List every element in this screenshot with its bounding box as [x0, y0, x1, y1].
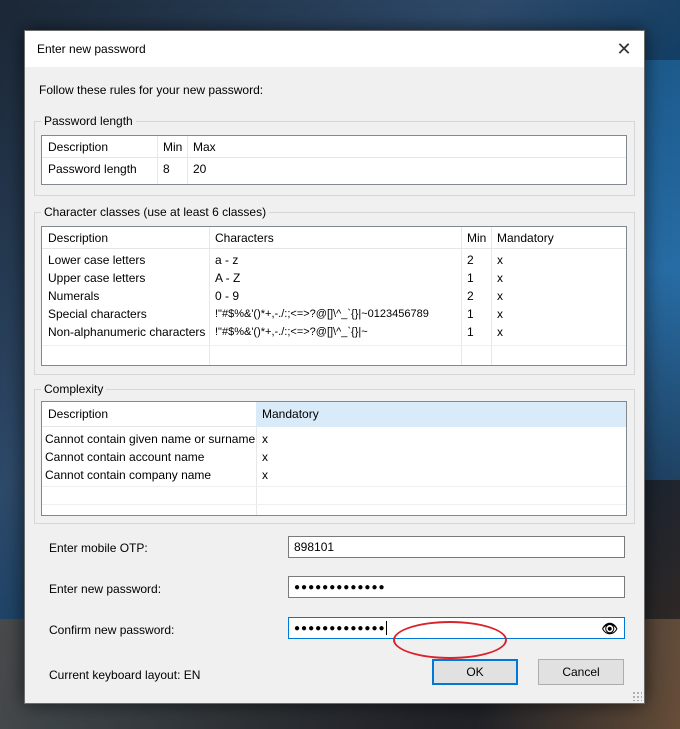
column-header-min[interactable]: Min	[157, 136, 187, 158]
cell-min: 1	[467, 271, 474, 285]
password-length-legend: Password length	[41, 114, 136, 128]
list-header: Description Characters Min Mandatory	[42, 227, 626, 249]
cell-description: Special characters	[48, 307, 147, 321]
table-row[interactable]: Non-alphanumeric characters !"#$%&'()*+,…	[42, 323, 626, 341]
cell-min: 1	[467, 325, 474, 339]
cell-min: 2	[467, 253, 474, 267]
cell-mandatory: x	[497, 289, 503, 303]
cell-min: 1	[467, 307, 474, 321]
text-caret	[385, 621, 387, 636]
column-header-description[interactable]: Description	[42, 227, 209, 249]
ok-button[interactable]: OK	[432, 659, 518, 685]
keyboard-layout-label: Current keyboard layout: EN	[49, 668, 201, 682]
otp-input[interactable]: 898101	[288, 536, 625, 558]
column-header-mandatory[interactable]: Mandatory	[491, 227, 626, 249]
annotation-ring	[393, 621, 507, 659]
complexity-list[interactable]: Description Mandatory Cannot contain giv…	[41, 401, 627, 516]
cell-max: 20	[193, 162, 207, 176]
table-row[interactable]: Upper case letters A - Z 1 x	[42, 269, 626, 287]
character-classes-group: Character classes (use at least 6 classe…	[34, 205, 635, 375]
cell-description: Non-alphanumeric characters	[48, 325, 206, 339]
table-row[interactable]: Special characters !"#$%&'()*+,-./:;<=>?…	[42, 305, 626, 323]
table-row[interactable]: Numerals 0 - 9 2 x	[42, 287, 626, 305]
cell-description: Lower case letters	[48, 253, 146, 267]
cell-description: Cannot contain account name	[45, 450, 205, 464]
cell-mandatory: x	[497, 307, 503, 321]
new-password-label: Enter new password:	[49, 582, 162, 596]
title-bar: Enter new password ✕	[25, 31, 644, 67]
table-row[interactable]: Lower case letters a - z 2 x	[42, 251, 626, 269]
cell-description: Upper case letters	[48, 271, 146, 285]
cell-mandatory: x	[497, 325, 503, 339]
cell-characters: !"#$%&'()*+,-./:;<=>?@[]\^_`{}|~	[215, 326, 368, 338]
cell-mandatory: x	[262, 432, 268, 446]
table-row[interactable]: Cannot contain given name or surname x	[42, 430, 626, 448]
confirm-password-value: ●●●●●●●●●●●●●	[294, 623, 386, 634]
cell-mandatory: x	[262, 468, 268, 482]
password-length-group: Password length Description Min Max Pass…	[34, 114, 635, 196]
list-header: Description Min Max	[42, 136, 626, 158]
cell-characters: !"#$%&'()*+,-./:;<=>?@[]\^_`{}|~01234567…	[215, 308, 429, 320]
eye-icon[interactable]: 👁	[601, 621, 619, 636]
column-header-mandatory[interactable]: Mandatory	[256, 402, 626, 427]
cell-description: Cannot contain given name or surname	[45, 432, 256, 446]
table-row[interactable]: Cannot contain account name x	[42, 448, 626, 466]
cancel-button[interactable]: Cancel	[538, 659, 624, 685]
cell-characters: a - z	[215, 253, 239, 267]
column-header-characters[interactable]: Characters	[209, 227, 461, 249]
new-password-input[interactable]: ●●●●●●●●●●●●●	[288, 576, 625, 598]
resize-grip[interactable]	[632, 691, 642, 701]
cell-min: 2	[467, 289, 474, 303]
new-password-value: ●●●●●●●●●●●●●	[294, 582, 386, 593]
confirm-password-label: Confirm new password:	[49, 623, 175, 637]
intro-text: Follow these rules for your new password…	[39, 83, 264, 97]
close-icon[interactable]: ✕	[604, 31, 644, 67]
password-dialog: Enter new password ✕ Follow these rules …	[24, 30, 645, 704]
cell-characters: A - Z	[215, 271, 241, 285]
column-header-max[interactable]: Max	[187, 136, 247, 158]
table-row[interactable]: Password length 8 20	[42, 160, 626, 178]
list-header: Description Mandatory	[42, 402, 626, 427]
cell-description: Numerals	[48, 289, 100, 303]
character-classes-list[interactable]: Description Characters Min Mandatory Low…	[41, 226, 627, 366]
complexity-group: Complexity Description Mandatory Cannot …	[34, 382, 635, 524]
cell-min: 8	[163, 162, 170, 176]
dialog-title: Enter new password	[37, 42, 146, 56]
otp-label: Enter mobile OTP:	[49, 541, 148, 555]
column-header-min[interactable]: Min	[461, 227, 491, 249]
complexity-legend: Complexity	[41, 382, 107, 396]
table-row[interactable]: Cannot contain company name x	[42, 466, 626, 484]
cell-description: Password length	[48, 162, 137, 176]
cell-mandatory: x	[497, 271, 503, 285]
column-header-description[interactable]: Description	[42, 136, 157, 158]
cell-mandatory: x	[262, 450, 268, 464]
character-classes-legend: Character classes (use at least 6 classe…	[41, 205, 270, 219]
cell-characters: 0 - 9	[215, 289, 240, 303]
cell-description: Cannot contain company name	[45, 468, 212, 482]
password-length-list[interactable]: Description Min Max Password length 8 20	[41, 135, 627, 185]
cell-mandatory: x	[497, 253, 503, 267]
column-header-description[interactable]: Description	[42, 402, 256, 427]
